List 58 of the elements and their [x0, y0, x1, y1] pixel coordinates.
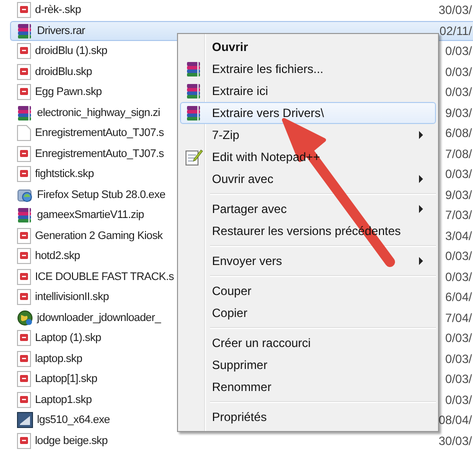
file-name: Generation 2 Gaming Kiosk — [35, 230, 163, 242]
file-date: 6/08/ — [445, 126, 472, 140]
menu-item-label: Envoyer vers — [212, 254, 282, 268]
menu-item-label: Extraire ici — [212, 84, 268, 98]
file-date: 0/03/ — [445, 331, 472, 346]
file-name: Egg Pawn.skp — [35, 86, 102, 98]
file-name: d-rèk-.skp — [35, 4, 81, 16]
file-date: 0/03/ — [445, 44, 472, 58]
file-date: 0/03/ — [445, 352, 472, 366]
file-date: 6/04/ — [445, 290, 472, 304]
file-date: 0/03/ — [445, 392, 472, 407]
file-date: 7/04/ — [445, 310, 472, 325]
file-name: fightstick.skp — [35, 168, 94, 180]
file-date: 0/03/ — [445, 249, 472, 264]
file-date: 0/03/ — [445, 270, 472, 284]
file-name: Firefox Setup Stub 28.0.exe — [37, 188, 166, 201]
file-name: Laptop1.skp — [35, 394, 92, 406]
file-date: 02/11/ — [440, 24, 472, 38]
menu-item-label: Ouvrir — [212, 40, 248, 54]
file-date: 0/03/ — [445, 64, 472, 79]
menu-item-label: Extraire vers Drivers\ — [212, 106, 324, 120]
file-name: EnregistrementAuto_TJ07.s — [35, 127, 164, 140]
file-name: hotd2.skp — [35, 250, 80, 262]
file-name: Laptop (1).skp — [35, 332, 102, 344]
menu-item-label: Copier — [212, 306, 248, 320]
file-name: lodge beige.skp — [35, 434, 108, 447]
file-name: electronic_highway_sign.zi — [37, 106, 160, 119]
file-name: ICE DOUBLE FAST TRACK.s — [35, 270, 174, 283]
menu-item-label: Renommer — [212, 380, 272, 394]
file-date: 0/03/ — [445, 167, 472, 182]
file-date: 0/03/ — [445, 85, 472, 100]
file-date: 9/03/ — [445, 106, 472, 120]
menu-item-label: Supprimer — [212, 358, 268, 372]
file-name: droidBlu (1).skp — [35, 45, 108, 58]
file-date: 9/03/ — [445, 188, 472, 202]
menu-item-label: 7-Zip — [212, 128, 240, 142]
file-name: EnregistrementAuto_TJ07.s — [35, 148, 164, 160]
file-date: 30/03/ — [438, 434, 472, 448]
file-date: 08/04/ — [438, 413, 472, 428]
file-date: 0/03/ — [445, 372, 472, 386]
menu-item-label: Ouvrir avec — [212, 172, 274, 186]
file-name: intellivisionII.skp — [35, 291, 109, 304]
file-date: 7/03/ — [445, 208, 472, 222]
file-name: lgs510_x64.exe — [37, 414, 110, 426]
file-name: Laptop[1].skp — [35, 373, 98, 386]
file-name: Drivers.rar — [37, 24, 86, 37]
menu-item-label: Extraire les fichiers... — [212, 62, 324, 76]
file-date: 30/03/ — [438, 3, 472, 18]
menu-item-label: Créer un raccourci — [212, 336, 311, 350]
file-name: droidBlu.skp — [35, 66, 92, 78]
file-date: 3/04/ — [445, 228, 472, 243]
menu-item-label: Partager avec — [212, 202, 287, 216]
file-name: jdownloader_jdownloader_ — [37, 312, 161, 324]
menu-item-label: Couper — [212, 284, 252, 298]
file-date: 7/08/ — [445, 146, 472, 161]
file-name: gameexSmartieV11.zip — [37, 209, 144, 222]
file-name: laptop.skp — [35, 352, 82, 365]
menu-item-label: Propriétés — [212, 410, 267, 424]
